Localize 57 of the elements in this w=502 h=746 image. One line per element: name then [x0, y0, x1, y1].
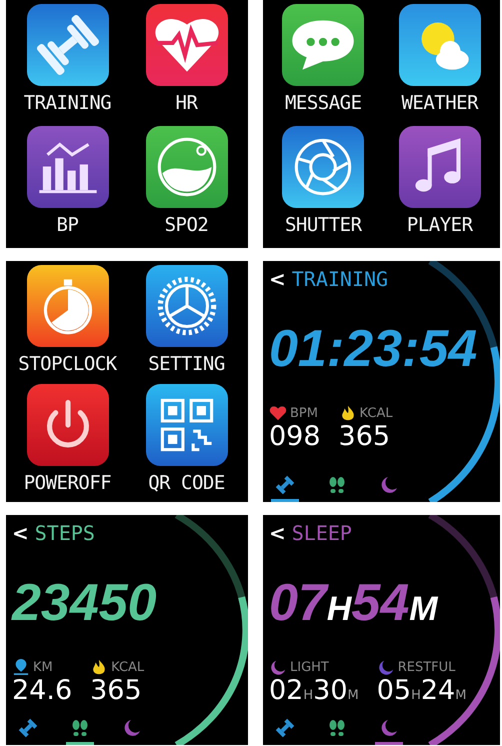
app-label: MESSAGE: [284, 92, 362, 114]
app-label: POWEROFF: [24, 472, 112, 494]
sun-cloud-icon[interactable]: [398, 4, 481, 86]
main-reading: 07H54M: [269, 573, 440, 633]
app-label: SPO2: [164, 214, 208, 236]
screen-title: TRAINING: [292, 267, 388, 291]
screen-title: SLEEP: [292, 521, 352, 545]
dumbbell-icon[interactable]: [26, 4, 108, 86]
app-label: WEATHER: [401, 92, 478, 114]
qr-code-icon[interactable]: [146, 384, 228, 466]
app-label: STOPCLOCK: [18, 353, 117, 375]
app-label: PLAYER: [406, 214, 473, 236]
dumbbell-icon: [275, 475, 295, 495]
settings-icon[interactable]: [146, 265, 228, 347]
dumbbell-icon: [275, 718, 295, 738]
footprints-icon: [327, 718, 347, 738]
stat-value: 02 H 30M: [269, 675, 359, 706]
moon-icon: [122, 718, 142, 738]
moon-icon: [379, 718, 399, 738]
main-reading: 23450: [12, 573, 158, 633]
app-label: QR CODE: [148, 472, 225, 494]
back-button[interactable]: <: [269, 267, 286, 291]
screen-title: STEPS: [34, 521, 95, 545]
speech-bubble-icon[interactable]: [282, 4, 364, 86]
dumbbell-icon: [18, 718, 38, 738]
app-label: HR: [176, 92, 198, 114]
stat-value: 365: [338, 421, 392, 452]
heart-pulse-icon[interactable]: [146, 4, 228, 86]
stat-label: KCAL: [360, 406, 393, 420]
nav-tab[interactable]: [271, 473, 299, 502]
app-label: BP: [56, 214, 78, 236]
oxygen-icon[interactable]: [146, 126, 228, 208]
app-label: SETTING: [148, 353, 225, 375]
stopwatch-icon[interactable]: [26, 265, 108, 347]
stat-label: RESTFUL: [398, 660, 456, 674]
back-button[interactable]: <: [12, 521, 29, 545]
stat-value: 05 H24M: [376, 675, 466, 706]
aperture-icon[interactable]: [282, 126, 364, 208]
power-icon[interactable]: [26, 384, 108, 466]
main-reading: 01:23:54: [269, 319, 478, 379]
stat-label: BPM: [290, 406, 318, 420]
app-label: SHUTTER: [284, 214, 362, 236]
stat-value: 365: [90, 675, 143, 706]
footprints-icon: [70, 718, 90, 738]
stat-value: 098: [269, 421, 321, 452]
moon-icon: [379, 475, 399, 495]
back-button[interactable]: <: [269, 521, 286, 545]
stat-value: 24.6: [12, 675, 72, 706]
heart-icon: [269, 405, 287, 421]
music-note-icon[interactable]: [398, 126, 481, 208]
app-label: TRAINING: [24, 92, 112, 114]
stat-label: LIGHT: [290, 660, 329, 674]
stat-label: KCAL: [111, 660, 144, 674]
stat-label: KM: [33, 660, 53, 674]
footprints-icon: [327, 475, 347, 495]
location-pin-icon: [12, 659, 30, 675]
chart-icon[interactable]: [26, 126, 108, 208]
